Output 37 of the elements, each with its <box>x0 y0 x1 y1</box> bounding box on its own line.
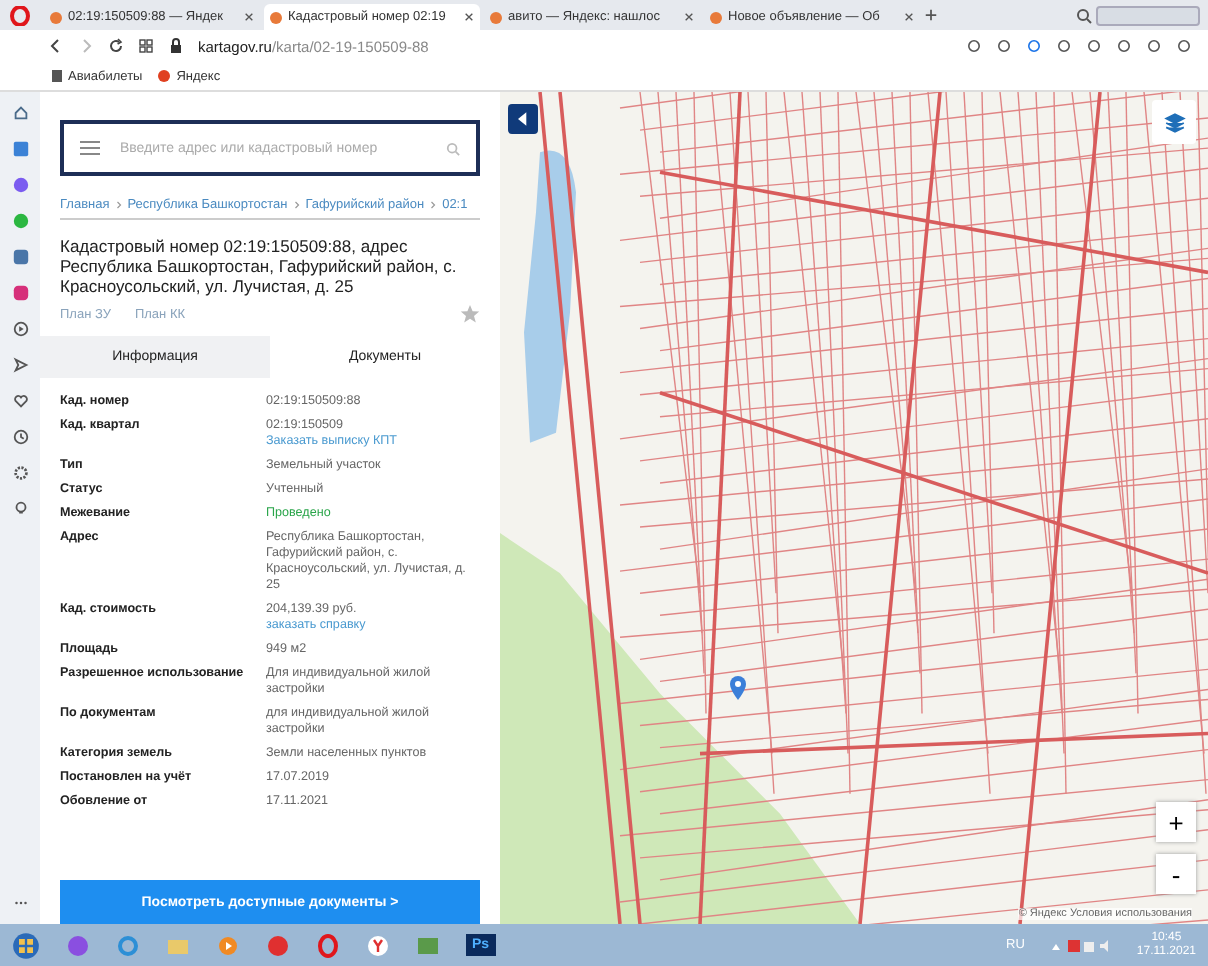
play-icon[interactable] <box>11 320 29 338</box>
menu-icon[interactable] <box>80 140 100 156</box>
heart-icon[interactable] <box>11 392 29 410</box>
tray-icons-drawing[interactable] <box>1050 937 1111 953</box>
close-icon[interactable] <box>904 12 914 22</box>
zoom-in-button[interactable]: + <box>1156 802 1196 842</box>
opera-logo-icon[interactable] <box>10 5 30 25</box>
parcel-title: Кадастровый номер 02:19:150509:88, адрес Республика Башкортостан, Гафурийский район, с. Красноусольский, ул. Лучистая, д. 25 <box>60 236 459 296</box>
site-icon <box>50 11 62 23</box>
collapse-panel-button[interactable] <box>508 104 538 134</box>
chevron-icon <box>293 200 300 210</box>
zoom-out-button[interactable]: - <box>1156 854 1196 894</box>
search-icon[interactable] <box>1076 7 1092 23</box>
site-icon <box>710 11 722 23</box>
clock-icon[interactable] <box>11 428 29 446</box>
chevron-icon <box>430 200 437 210</box>
layers-button[interactable] <box>1152 100 1196 144</box>
close-icon[interactable] <box>464 12 474 22</box>
home-icon[interactable] <box>11 104 29 122</box>
reload-icon[interactable] <box>108 38 124 54</box>
send-icon[interactable] <box>11 356 29 374</box>
start-button-icon[interactable] <box>12 931 40 959</box>
bulb-icon[interactable] <box>11 500 29 518</box>
caret-icon <box>518 112 528 126</box>
chevron-icon <box>115 200 122 210</box>
grid-icon[interactable] <box>138 38 154 54</box>
yandex-browser-icon[interactable] <box>366 933 390 957</box>
location-pin-icon[interactable] <box>730 676 746 700</box>
star-icon[interactable] <box>460 304 480 324</box>
site-icon <box>490 11 502 23</box>
lock-icon <box>168 38 184 54</box>
back-icon[interactable] <box>48 38 64 54</box>
site-icon <box>270 11 282 23</box>
close-icon[interactable] <box>684 12 694 22</box>
layers-icon <box>1163 111 1185 133</box>
new-tab-icon[interactable] <box>924 8 938 22</box>
close-icon[interactable] <box>244 12 254 22</box>
